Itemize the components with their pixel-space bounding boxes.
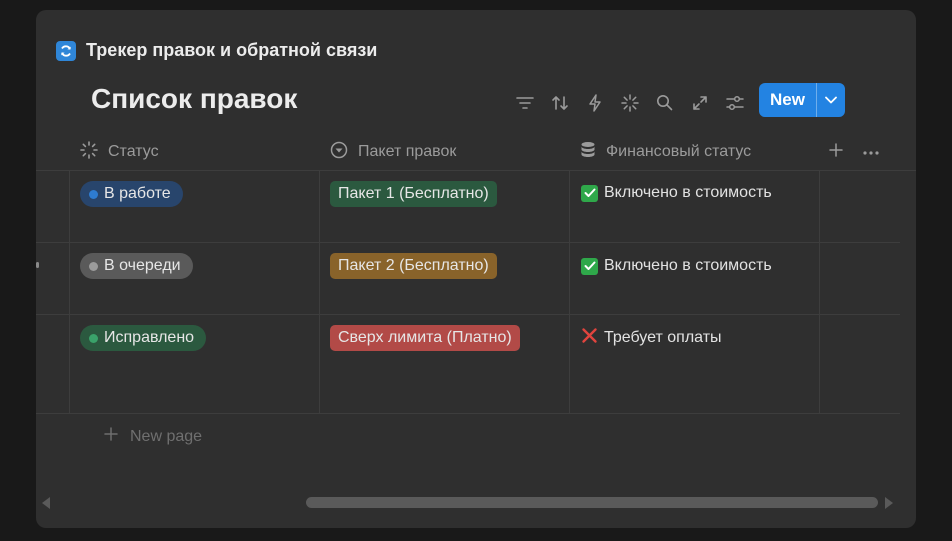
view-title[interactable]: Список правок (91, 83, 297, 115)
database-header: Трекер правок и обратной связи (56, 40, 377, 61)
plus-icon (104, 427, 118, 446)
column-divider (569, 170, 570, 413)
status-dot (89, 333, 98, 343)
sort-icon[interactable] (547, 90, 572, 115)
column-header-package[interactable]: Пакет правок (330, 135, 456, 169)
sync-icon[interactable] (56, 40, 76, 61)
package-label: Пакет 2 (Бесплатно) (338, 257, 489, 274)
status-dot (89, 261, 98, 271)
header-divider (36, 170, 916, 171)
row-divider (36, 413, 900, 414)
check-mark-icon (581, 257, 598, 275)
status-label: В очереди (104, 257, 181, 274)
select-circle-icon (330, 141, 348, 164)
column-divider (819, 170, 820, 413)
search-icon[interactable] (652, 90, 677, 115)
finance-label: Включено в стоимость (604, 257, 772, 274)
more-options-button[interactable] (862, 135, 880, 169)
package-label: Пакет 1 (Бесплатно) (338, 185, 489, 202)
finance-cell[interactable]: Включено в стоимость (581, 253, 772, 279)
new-button[interactable]: New (759, 83, 845, 117)
row-divider (36, 242, 900, 243)
expand-icon[interactable] (687, 90, 712, 115)
scroll-left-arrow[interactable] (42, 497, 50, 509)
filter-icon[interactable] (512, 90, 537, 115)
column-header-label: Статус (108, 143, 159, 160)
view-toolbar (512, 90, 747, 115)
settings-sliders-icon[interactable] (722, 90, 747, 115)
column-header-label: Финансовый статус (606, 143, 752, 160)
check-mark-icon (581, 184, 598, 202)
database-icon (580, 141, 596, 164)
scroll-right-arrow[interactable] (885, 497, 893, 509)
new-button-label[interactable]: New (759, 90, 816, 110)
plus-icon[interactable] (828, 142, 844, 163)
new-page-button[interactable]: New page (104, 427, 202, 446)
column-divider (69, 170, 70, 413)
database-panel: Трекер правок и обратной связи Список пр… (36, 10, 916, 528)
chevron-down-icon[interactable] (816, 83, 845, 117)
package-label: Сверх лимита (Платно) (338, 329, 512, 346)
automation-icon[interactable] (582, 90, 607, 115)
finance-label: Включено в стоимость (604, 184, 772, 201)
package-tag[interactable]: Пакет 2 (Бесплатно) (330, 253, 497, 279)
column-divider (319, 170, 320, 413)
status-spinner-icon (80, 140, 98, 164)
finance-label: Требует оплаты (604, 329, 722, 346)
column-header-label: Пакет правок (358, 143, 457, 160)
cross-mark-icon (581, 327, 598, 349)
row-divider (36, 314, 900, 315)
status-dot (89, 189, 98, 199)
status-label: В работе (104, 185, 171, 202)
status-label: Исправлено (104, 329, 195, 346)
horizontal-scrollbar[interactable] (306, 497, 878, 508)
database-title[interactable]: Трекер правок и обратной связи (86, 40, 377, 61)
ai-sparkle-icon[interactable] (617, 90, 642, 115)
row-drag-handle[interactable] (36, 262, 39, 268)
add-column-button[interactable] (828, 135, 844, 169)
column-header-status[interactable]: Статус (80, 135, 159, 169)
more-horizontal-icon[interactable] (862, 143, 880, 161)
new-page-label: New page (130, 427, 203, 445)
package-tag[interactable]: Сверх лимита (Платно) (330, 325, 520, 351)
status-tag[interactable]: Исправлено (80, 325, 207, 351)
column-header-finance[interactable]: Финансовый статус (580, 135, 751, 169)
package-tag[interactable]: Пакет 1 (Бесплатно) (330, 181, 497, 207)
finance-cell[interactable]: Включено в стоимость (581, 180, 772, 206)
finance-cell[interactable]: Требует оплаты (581, 325, 722, 351)
status-tag[interactable]: В работе (80, 181, 183, 207)
status-tag[interactable]: В очереди (80, 253, 193, 279)
